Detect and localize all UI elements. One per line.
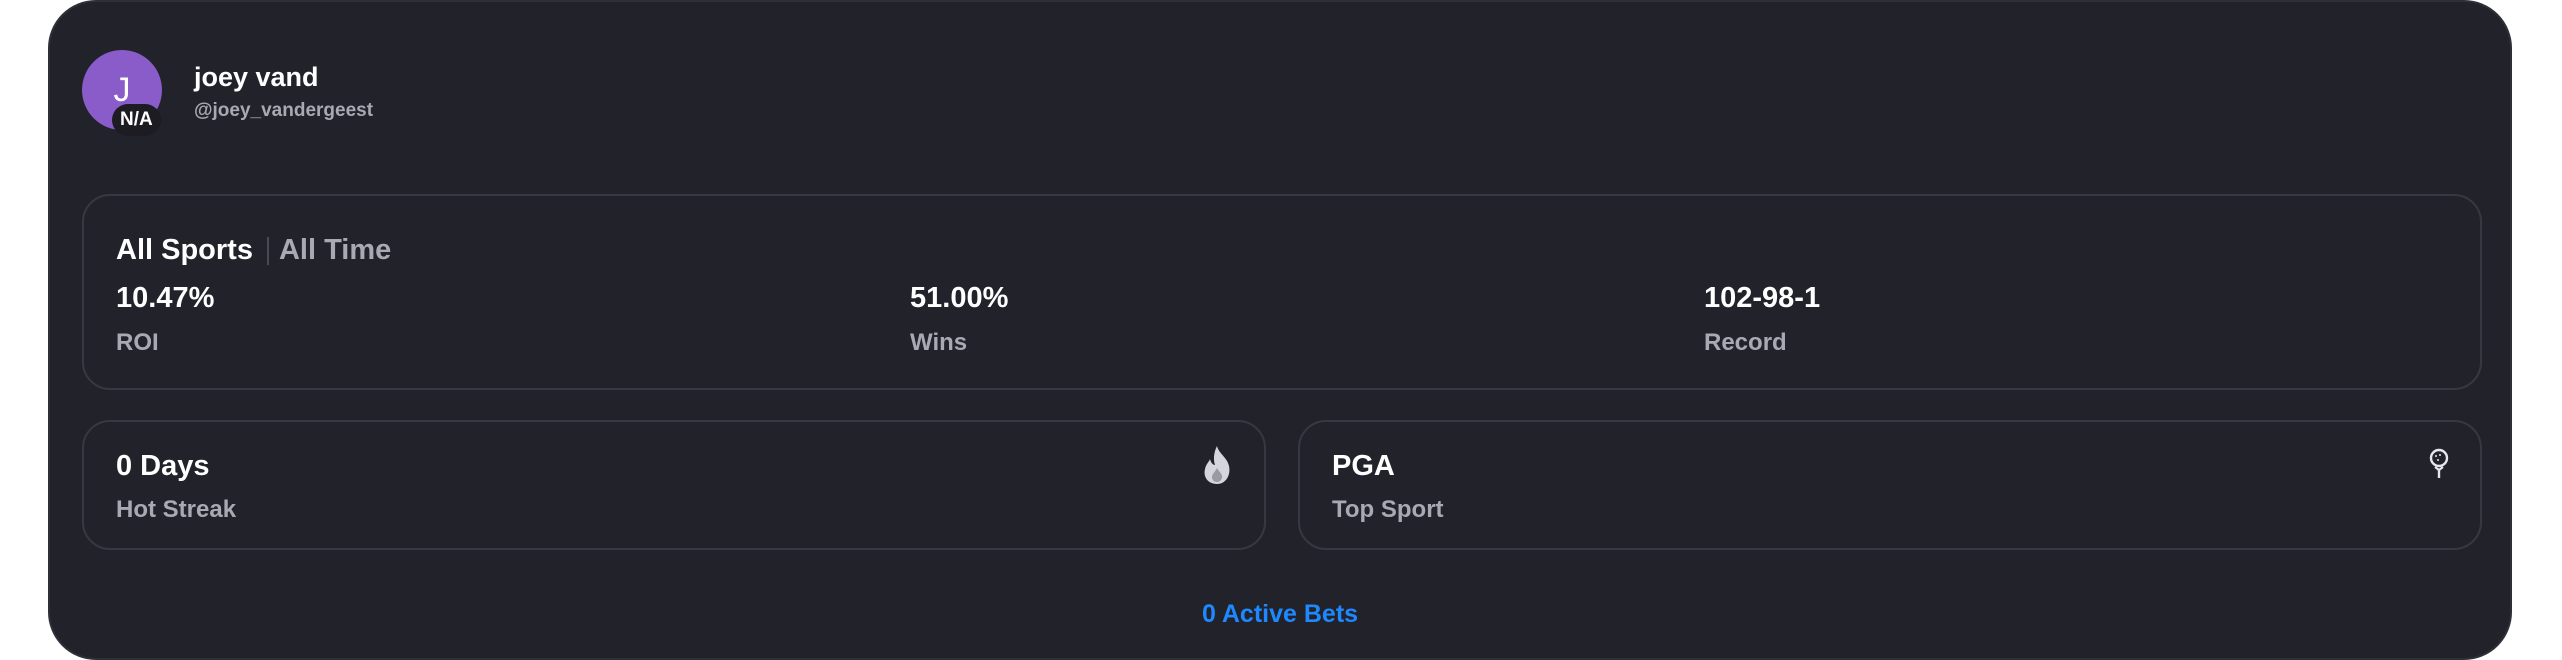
stat-wins: 51.00% Wins (910, 282, 1008, 357)
time-filter[interactable]: All Time (279, 234, 391, 267)
active-bets-link[interactable]: 0 Active Bets (50, 600, 2510, 629)
profile-card: J N/A joey vand @joey_vandergeest All Sp… (48, 0, 2512, 660)
sport-filter[interactable]: All Sports (116, 234, 253, 267)
filter-divider (266, 236, 269, 265)
top-sport-panel: PGA Top Sport (1298, 420, 2482, 550)
avatar-badge: N/A (112, 104, 161, 136)
profile-name: joey vand (194, 62, 319, 92)
stat-record-label: Record (1704, 329, 1787, 356)
stat-roi-label: ROI (116, 329, 159, 356)
top-sport-value: PGA (1332, 450, 1395, 482)
top-sport-label: Top Sport (1332, 496, 1444, 523)
stats-panel: All Sports All Time 10.47% ROI 51.00% Wi… (82, 194, 2482, 390)
stat-record: 102-98-1 Record (1704, 282, 1820, 357)
stats-filters: All Sports All Time (116, 234, 391, 267)
profile-handle: @joey_vandergeest (194, 100, 374, 121)
hot-streak-panel: 0 Days Hot Streak (82, 420, 1266, 550)
stat-record-value: 102-98-1 (1704, 282, 1821, 314)
stat-roi-value: 10.47% (116, 282, 215, 314)
hot-streak-value: 0 Days (116, 450, 210, 482)
stat-wins-label: Wins (910, 329, 968, 356)
stat-wins-value: 51.00% (910, 282, 1009, 314)
hot-streak-label: Hot Streak (116, 496, 237, 523)
stat-roi: 10.47% ROI (116, 282, 214, 357)
golf-icon (2429, 448, 2449, 478)
fire-icon (1204, 446, 1230, 484)
avatar[interactable]: J N/A (82, 50, 162, 136)
